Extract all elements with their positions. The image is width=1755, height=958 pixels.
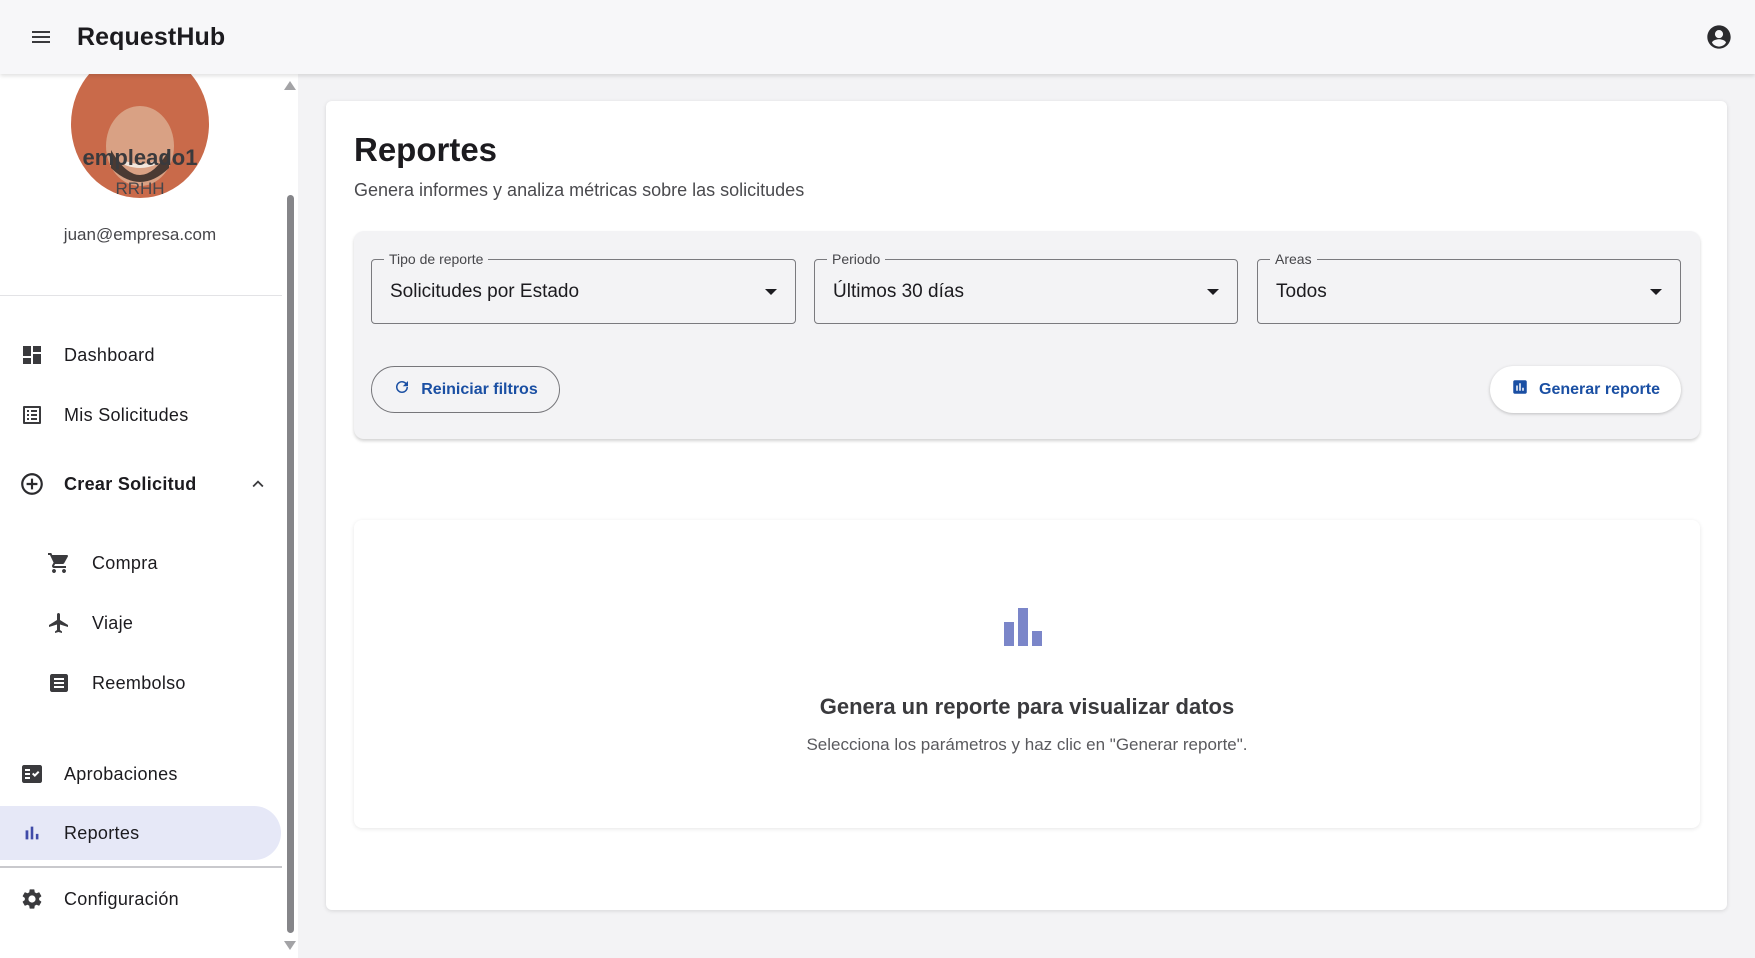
- sidebar-item-crear-solicitud[interactable]: Crear Solicitud: [0, 457, 282, 511]
- sidebar-item-label: Viaje: [92, 612, 134, 633]
- sidebar-item-label: Mis Solicitudes: [64, 404, 189, 425]
- dashboard-icon: [19, 342, 45, 368]
- reports-card: Reportes Genera informes y analiza métri…: [326, 101, 1727, 910]
- areas-select[interactable]: Areas Todos: [1257, 251, 1681, 324]
- top-app-bar: RequestHub: [0, 0, 1755, 74]
- sidebar-item-label: Crear Solicitud: [64, 473, 197, 494]
- sidebar-item-label: Aprobaciones: [64, 763, 178, 784]
- list-icon: [19, 402, 45, 428]
- dropdown-arrow-icon: [765, 289, 777, 295]
- app-title: RequestHub: [77, 22, 226, 51]
- report-type-value: Solicitudes por Estado: [390, 281, 580, 302]
- empty-state-title: Genera un reporte para visualizar datos: [819, 694, 1235, 719]
- sidebar-item-viaje[interactable]: Viaje: [0, 596, 282, 650]
- sidebar-item-compra[interactable]: Compra: [0, 536, 282, 590]
- report-icon: [1511, 378, 1529, 401]
- sidebar-item-label: Reportes: [64, 822, 140, 843]
- report-type-label: Tipo de reporte: [384, 251, 489, 267]
- sidebar-item-mis-solicitudes[interactable]: Mis Solicitudes: [0, 388, 282, 442]
- period-value: Últimos 30 días: [833, 281, 964, 302]
- sidebar-item-label: Reembolso: [92, 672, 186, 693]
- report-type-select[interactable]: Tipo de reporte Solicitudes por Estado: [371, 251, 796, 324]
- cart-icon: [46, 550, 72, 576]
- reset-filters-label: Reiniciar filtros: [421, 380, 538, 398]
- nav-divider: [0, 866, 282, 868]
- profile-name: empleado1: [82, 145, 198, 170]
- sidebar-item-reembolso[interactable]: Reembolso: [0, 656, 282, 710]
- scroll-up-arrow-icon[interactable]: [284, 81, 296, 90]
- sidebar-item-configuracion[interactable]: Configuración: [0, 872, 282, 926]
- empty-state-subtitle: Selecciona los parámetros y haz clic en …: [806, 735, 1248, 754]
- dropdown-arrow-icon: [1650, 289, 1662, 295]
- sidebar-item-dashboard[interactable]: Dashboard: [0, 328, 282, 382]
- sidebar-item-label: Dashboard: [64, 344, 155, 365]
- scroll-down-arrow-icon[interactable]: [284, 941, 296, 950]
- menu-icon[interactable]: [17, 13, 65, 61]
- gear-icon: [19, 886, 45, 912]
- period-select[interactable]: Periodo Últimos 30 días: [814, 251, 1238, 324]
- profile-email: juan@empresa.com: [63, 225, 217, 244]
- sidebar-item-aprobaciones[interactable]: Aprobaciones: [0, 747, 282, 801]
- period-label: Periodo: [827, 251, 886, 267]
- areas-label: Areas: [1270, 251, 1317, 267]
- bar-chart-icon: [19, 820, 45, 846]
- areas-value: Todos: [1276, 281, 1327, 302]
- generate-report-label: Generar reporte: [1539, 380, 1660, 398]
- flight-icon: [46, 610, 72, 636]
- bar-chart-icon: [999, 602, 1047, 650]
- filter-panel: Tipo de reporte Solicitudes por Estado P…: [354, 231, 1700, 439]
- reset-filters-button[interactable]: Reiniciar filtros: [371, 366, 560, 413]
- account-icon[interactable]: [1695, 13, 1743, 61]
- profile-role: RRHH: [115, 179, 165, 198]
- empty-state-card: Genera un reporte para visualizar datos …: [354, 520, 1700, 828]
- sidebar-item-reportes[interactable]: Reportes: [0, 806, 281, 860]
- fact-check-icon: [19, 761, 45, 787]
- generate-report-button[interactable]: Generar reporte: [1490, 366, 1681, 413]
- sidebar-item-label: Compra: [92, 552, 158, 573]
- page-subtitle: Genera informes y analiza métricas sobre…: [354, 180, 805, 200]
- add-circle-icon: [19, 471, 45, 497]
- sidebar-scrollbar-thumb[interactable]: [287, 195, 294, 933]
- profile-divider: [0, 295, 282, 296]
- refresh-icon: [393, 378, 411, 401]
- sidebar-item-label: Configuración: [64, 888, 179, 909]
- chevron-up-icon[interactable]: [246, 472, 270, 496]
- sidebar: empleado1 RRHH juan@empresa.com Dashboar…: [0, 74, 298, 958]
- receipt-icon: [46, 670, 72, 696]
- dropdown-arrow-icon: [1207, 289, 1219, 295]
- page-title: Reportes: [354, 131, 498, 168]
